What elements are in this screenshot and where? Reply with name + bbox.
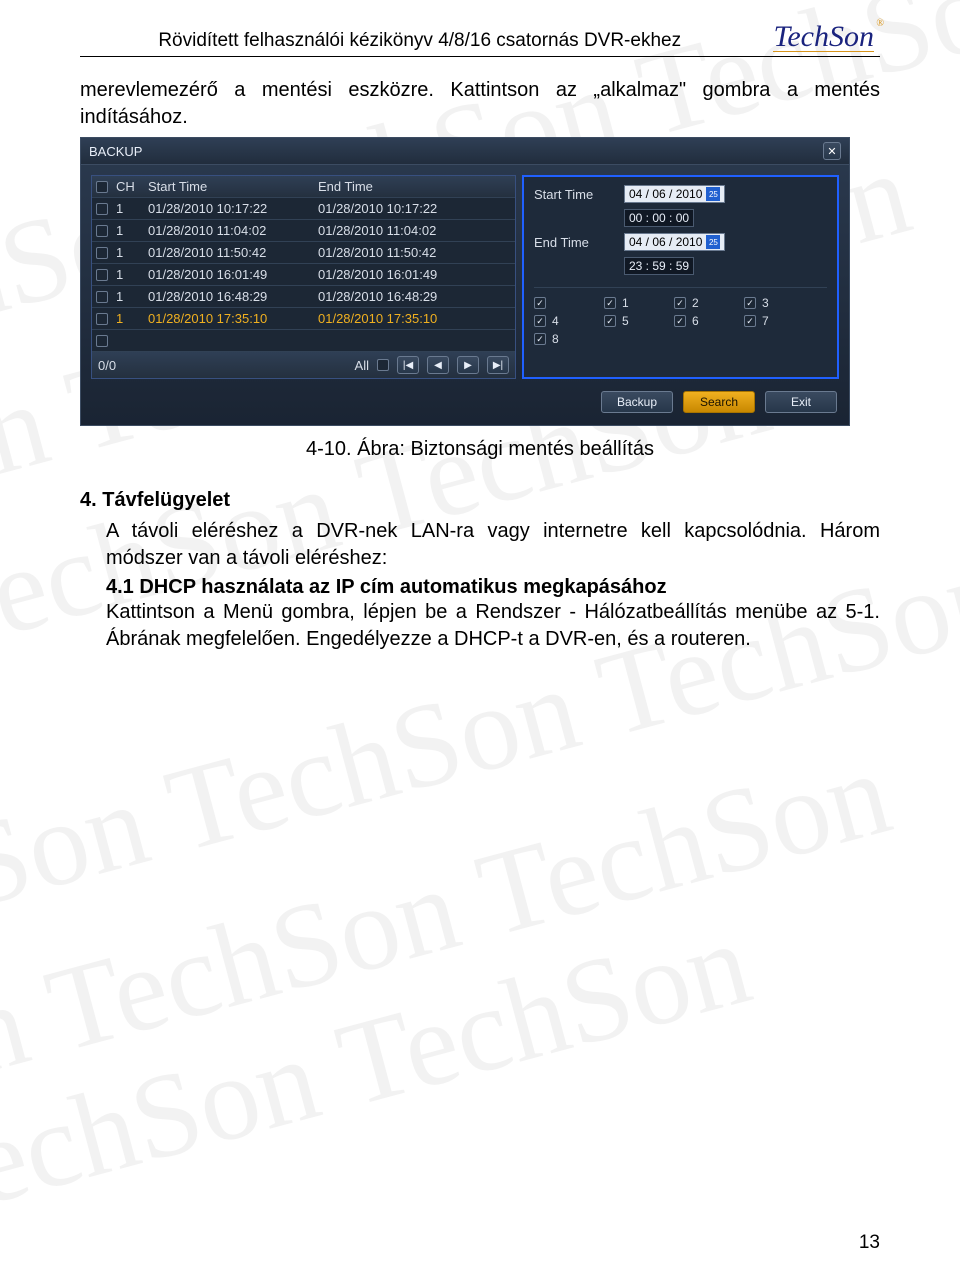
close-icon[interactable]: ✕ — [823, 142, 841, 160]
calendar-icon[interactable]: 25 — [706, 187, 720, 201]
checkbox[interactable] — [96, 203, 108, 215]
checkbox[interactable] — [96, 225, 108, 237]
checkbox[interactable] — [96, 313, 108, 325]
channel-item[interactable]: 2 — [674, 296, 730, 310]
all-label: All — [355, 358, 369, 373]
channel-item[interactable]: 6 — [674, 314, 730, 328]
table-row-empty — [92, 330, 515, 352]
checkbox[interactable] — [534, 315, 546, 327]
checkbox[interactable] — [96, 181, 108, 193]
checkbox-all[interactable] — [377, 359, 389, 371]
backup-button[interactable]: Backup — [601, 391, 673, 413]
channel-master[interactable] — [534, 296, 590, 310]
checkbox[interactable] — [744, 315, 756, 327]
start-time-input[interactable]: 00 : 00 : 00 — [624, 209, 694, 227]
first-page-icon[interactable]: |◀ — [397, 356, 419, 374]
intro-paragraph: merevlemezérő a mentési eszközre. Kattin… — [80, 77, 880, 131]
col-ch: CH — [116, 179, 148, 194]
results-table: CH Start Time End Time 1 01/28/2010 10:1… — [91, 175, 516, 379]
checkbox[interactable] — [674, 297, 686, 309]
table-footer: 0/0 All |◀ ◀ ▶ ▶| — [92, 352, 515, 378]
end-time-label: End Time — [534, 235, 614, 250]
backup-window: BACKUP ✕ CH Start Time End Time 1 01/28/… — [80, 137, 850, 426]
channel-grid: 1 2 3 4 5 6 7 8 — [534, 287, 827, 346]
table-row[interactable]: 1 01/28/2010 11:50:42 01/28/2010 11:50:4… — [92, 242, 515, 264]
channel-item[interactable]: 3 — [744, 296, 800, 310]
channel-item[interactable]: 1 — [604, 296, 660, 310]
figure-caption: 4-10. Ábra: Biztonsági mentés beállítás — [80, 438, 880, 461]
checkbox[interactable] — [604, 315, 616, 327]
page-number: 13 — [859, 1232, 880, 1254]
section-paragraph: A távoli eléréshez a DVR-nek LAN-ra vagy… — [80, 518, 880, 572]
start-time-label: Start Time — [534, 187, 614, 202]
page-header: Rövidített felhasználói kézikönyv 4/8/16… — [80, 20, 880, 57]
window-title: BACKUP — [89, 144, 142, 159]
exit-button[interactable]: Exit — [765, 391, 837, 413]
brand-logo: TechSon® — [773, 20, 880, 52]
doc-title: Rövidített felhasználói kézikönyv 4/8/16… — [80, 30, 759, 52]
start-date-input[interactable]: 04 / 06 / 2010 25 — [624, 185, 725, 203]
channel-item[interactable]: 7 — [744, 314, 800, 328]
table-row[interactable]: 1 01/28/2010 17:35:10 01/28/2010 17:35:1… — [92, 308, 515, 330]
section-paragraph: Kattintson a Menü gombra, lépjen be a Re… — [80, 599, 880, 653]
end-date-input[interactable]: 04 / 06 / 2010 25 — [624, 233, 725, 251]
channel-item[interactable]: 8 — [534, 332, 590, 346]
page-count: 0/0 — [98, 358, 116, 373]
checkbox[interactable] — [604, 297, 616, 309]
prev-page-icon[interactable]: ◀ — [427, 356, 449, 374]
last-page-icon[interactable]: ▶| — [487, 356, 509, 374]
next-page-icon[interactable]: ▶ — [457, 356, 479, 374]
col-end: End Time — [318, 179, 511, 194]
calendar-icon[interactable]: 25 — [706, 235, 720, 249]
checkbox[interactable] — [534, 297, 546, 309]
table-row[interactable]: 1 01/28/2010 16:01:49 01/28/2010 16:01:4… — [92, 264, 515, 286]
search-panel: Start Time 04 / 06 / 2010 25 00 : 00 : 0… — [522, 175, 839, 379]
channel-item[interactable]: 4 — [534, 314, 590, 328]
checkbox[interactable] — [96, 269, 108, 281]
end-time-input[interactable]: 23 : 59 : 59 — [624, 257, 694, 275]
search-button[interactable]: Search — [683, 391, 755, 413]
table-row[interactable]: 1 01/28/2010 16:48:29 01/28/2010 16:48:2… — [92, 286, 515, 308]
col-start: Start Time — [148, 179, 318, 194]
channel-item[interactable]: 5 — [604, 314, 660, 328]
table-header: CH Start Time End Time — [92, 176, 515, 198]
section-heading: 4. Távfelügyelet — [80, 489, 880, 512]
table-row[interactable]: 1 01/28/2010 10:17:22 01/28/2010 10:17:2… — [92, 198, 515, 220]
window-titlebar: BACKUP ✕ — [81, 138, 849, 165]
checkbox[interactable] — [534, 333, 546, 345]
checkbox[interactable] — [674, 315, 686, 327]
checkbox[interactable] — [96, 247, 108, 259]
checkbox[interactable] — [96, 335, 108, 347]
action-bar: Backup Search Exit — [81, 385, 849, 425]
checkbox[interactable] — [96, 291, 108, 303]
checkbox[interactable] — [744, 297, 756, 309]
table-row[interactable]: 1 01/28/2010 11:04:02 01/28/2010 11:04:0… — [92, 220, 515, 242]
subsection-heading: 4.1 DHCP használata az IP cím automatiku… — [80, 576, 880, 599]
